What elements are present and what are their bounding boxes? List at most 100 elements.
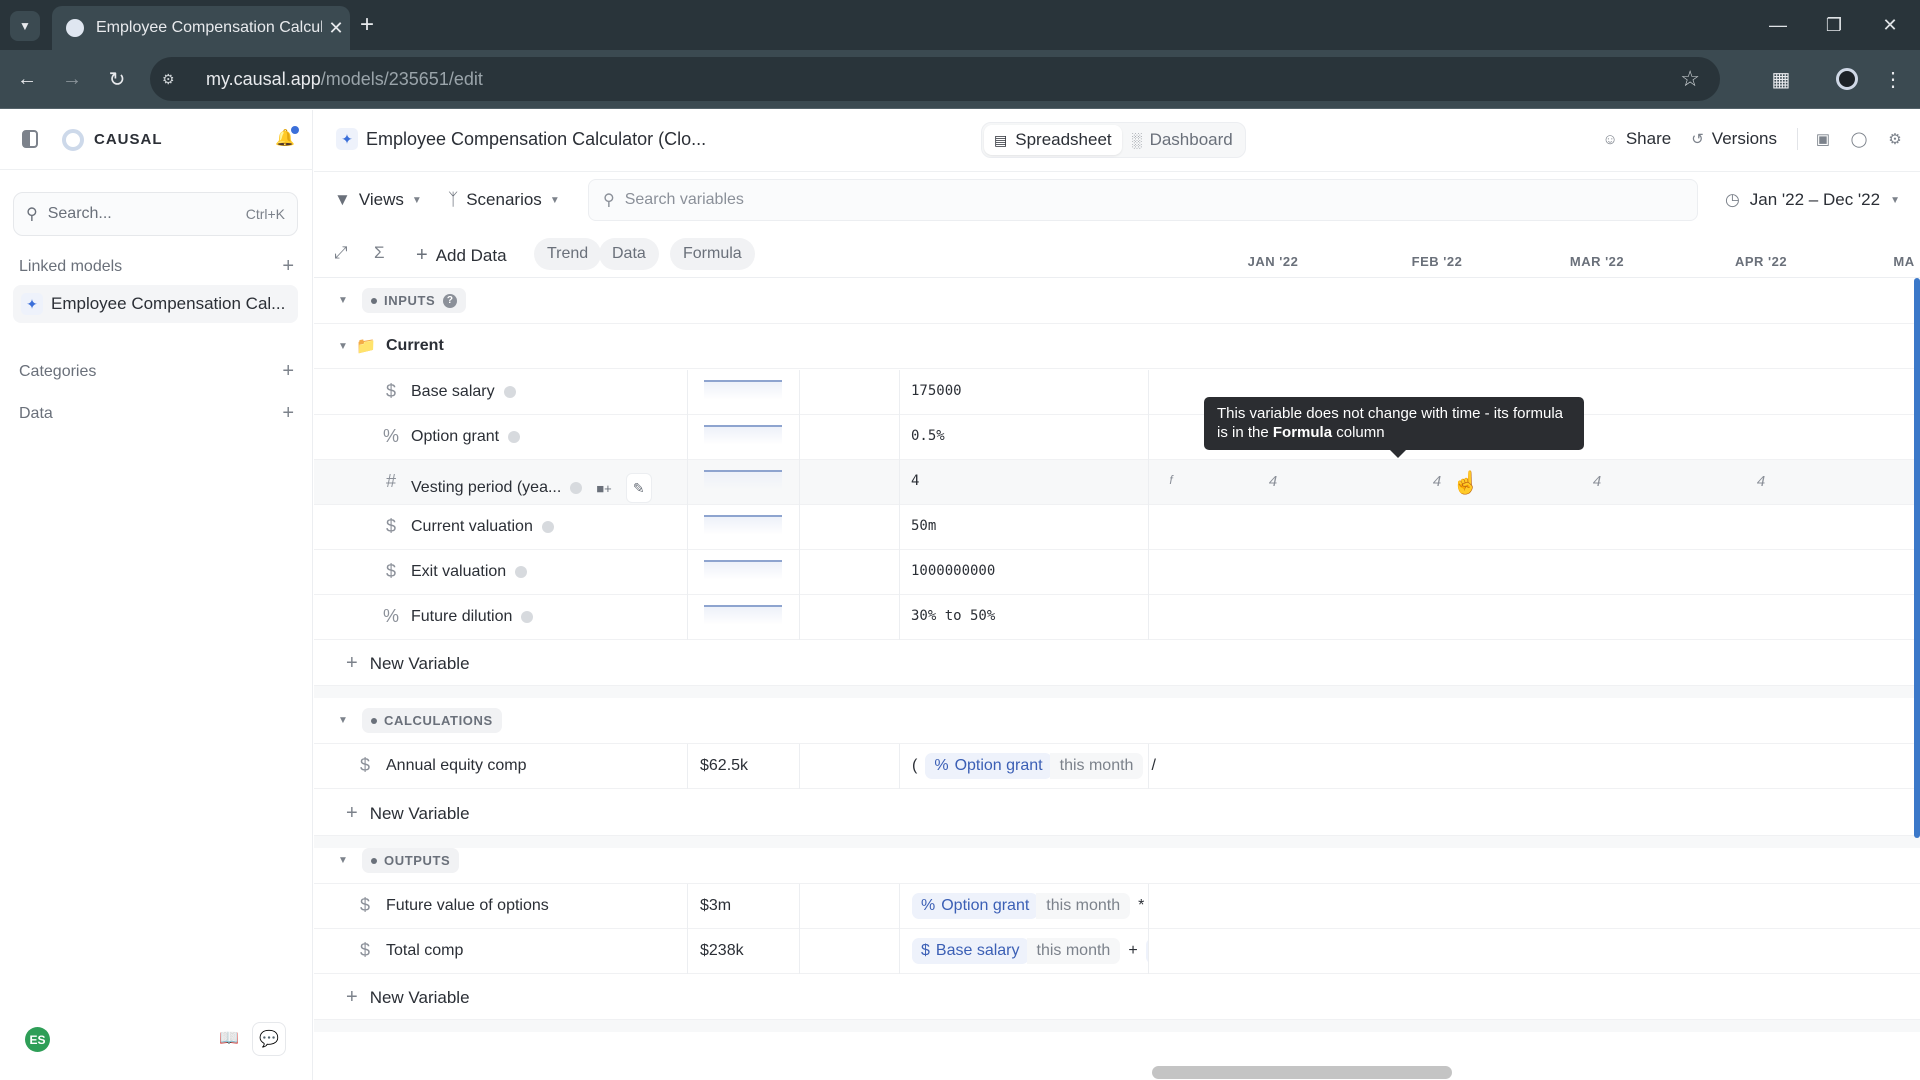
formula-column-pill[interactable]: Formula xyxy=(670,238,755,270)
time-value-cell[interactable]: 4 xyxy=(1269,473,1277,490)
time-value-cell[interactable]: 4 xyxy=(1757,473,1765,490)
comments-icon[interactable]: ◯ xyxy=(1848,128,1870,150)
formula-value[interactable]: 30% to 50% xyxy=(911,608,995,624)
add-data-button[interactable]: + Add Data xyxy=(416,244,507,267)
variable-row[interactable]: $ Exit valuation 1000000000 xyxy=(314,550,1920,595)
sigma-icon[interactable]: Σ xyxy=(374,243,385,263)
horizontal-scrollbar[interactable] xyxy=(1152,1066,1452,1079)
sidebar-search-input[interactable]: ⚲ Search... Ctrl+K xyxy=(13,192,298,236)
variable-token[interactable]: % Option grant xyxy=(925,753,1052,779)
variable-row[interactable]: % Future dilution 30% to 50% xyxy=(314,595,1920,640)
variable-name[interactable]: Option grant xyxy=(411,428,521,446)
pencil-icon[interactable]: ✎ xyxy=(625,473,652,503)
kebab-icon[interactable]: ⋮ xyxy=(1876,62,1910,96)
restore-button[interactable]: ❐ xyxy=(1812,8,1856,42)
variable-token[interactable]: $ Base salary xyxy=(912,938,1029,964)
info-icon[interactable] xyxy=(541,521,554,533)
views-dropdown[interactable]: ▼ Views ▼ xyxy=(334,190,422,210)
info-icon[interactable] xyxy=(503,386,516,398)
variable-name[interactable]: Annual equity comp xyxy=(386,757,527,775)
model-title[interactable]: ✦ Employee Compensation Calculator (Clo.… xyxy=(336,128,706,150)
info-icon[interactable] xyxy=(570,482,583,494)
tune-icon[interactable]: ⚙ xyxy=(162,71,192,88)
data-column-pill[interactable]: Data xyxy=(599,238,659,270)
info-icon[interactable] xyxy=(515,566,528,578)
tab-spreadsheet[interactable]: ▤ Spreadsheet xyxy=(984,125,1122,155)
expand-icon[interactable]: ⤢ xyxy=(334,243,348,263)
variable-name[interactable]: Vesting period (yea... ■+ ✎ xyxy=(411,473,652,503)
variable-row[interactable]: $ Future value of options $3m % Option gr… xyxy=(314,884,1920,929)
sidebar-toggle-icon[interactable] xyxy=(22,130,38,148)
new-variable-button[interactable]: + New Variable xyxy=(346,802,470,825)
puzzle-icon[interactable]: ▦ xyxy=(1764,62,1798,96)
minimize-button[interactable]: — xyxy=(1756,8,1800,42)
reload-button[interactable]: ↻ xyxy=(100,62,134,96)
search-variables-input[interactable]: ⚲ Search variables xyxy=(588,179,1698,221)
caret-down-icon[interactable]: ▼ xyxy=(338,341,348,352)
new-variable-button[interactable]: + New Variable xyxy=(346,986,470,1009)
browser-tab[interactable]: Employee Compensation Calcul ✕ xyxy=(52,6,350,50)
star-icon[interactable]: ☆ xyxy=(1680,66,1700,92)
versions-button[interactable]: ↺ Versions xyxy=(1691,129,1777,149)
add-category-icon[interactable]: + xyxy=(282,360,294,383)
new-variable-button[interactable]: + New Variable xyxy=(346,652,470,675)
gear-icon[interactable]: ⚙ xyxy=(1884,128,1906,150)
section-row-outputs[interactable]: ▼ OUTPUTS xyxy=(314,838,1920,884)
new-variable-row[interactable]: + New Variable xyxy=(314,640,1920,686)
forward-button[interactable]: → xyxy=(55,62,89,96)
variable-name[interactable]: Exit valuation xyxy=(411,563,528,581)
variable-row[interactable]: % Option grant 0.5% xyxy=(314,415,1920,460)
tab-dashboard[interactable]: ░ Dashboard xyxy=(1122,125,1243,155)
add-linked-model-icon[interactable]: + xyxy=(282,255,294,278)
variable-row[interactable]: $ Current valuation 50m xyxy=(314,505,1920,550)
variable-row[interactable]: $ Base salary 175000 xyxy=(314,370,1920,415)
copy-icon[interactable]: ■+ xyxy=(596,481,611,496)
formula-value[interactable]: 175000 xyxy=(911,383,962,399)
variable-name[interactable]: Current valuation xyxy=(411,518,554,536)
new-variable-row[interactable]: + New Variable xyxy=(314,790,1920,836)
notifications-bell-icon[interactable]: 🔔 xyxy=(275,126,299,148)
profile-icon[interactable] xyxy=(1830,62,1864,96)
presentation-icon[interactable]: ▣ xyxy=(1812,128,1834,150)
formula-cell[interactable]: ( % Option grant this month / xyxy=(912,753,1164,779)
close-icon[interactable]: ✕ xyxy=(322,18,350,39)
variable-row[interactable]: $ Annual equity comp $62.5k ( % Option gr… xyxy=(314,744,1920,789)
formula-value[interactable]: 1000000000 xyxy=(911,563,995,579)
section-badge[interactable]: INPUTS? xyxy=(362,288,467,313)
add-data-icon[interactable]: + xyxy=(282,402,294,425)
vertical-scrollbar[interactable] xyxy=(1914,278,1920,838)
help-icon[interactable]: ? xyxy=(443,293,458,308)
close-window-button[interactable]: ✕ xyxy=(1868,8,1912,42)
date-range-picker[interactable]: ◷ Jan '22 – Dec '22 ▼ xyxy=(1725,190,1900,210)
group-row-current[interactable]: ▼ 📁 Current xyxy=(314,324,1920,369)
tab-search-button[interactable]: ▼ xyxy=(10,11,40,41)
formula-value[interactable]: 4 xyxy=(911,473,919,489)
variable-token[interactable]: % Option grant xyxy=(912,893,1039,919)
share-button[interactable]: ☺ Share xyxy=(1603,129,1672,149)
info-icon[interactable] xyxy=(521,611,534,623)
address-bar[interactable]: ⚙ my.causal.app/models/235651/edit ☆ xyxy=(150,57,1720,101)
formula-value[interactable]: 0.5% xyxy=(911,428,945,444)
info-icon[interactable] xyxy=(508,431,521,443)
formula-value[interactable]: 50m xyxy=(911,518,936,534)
user-avatar[interactable]: ES xyxy=(25,1027,50,1052)
new-tab-button[interactable]: + xyxy=(352,10,382,40)
formula-cell[interactable]: $ Base salary this month + $ xyxy=(912,938,1148,964)
variable-name[interactable]: Future dilution xyxy=(411,608,534,626)
section-row-inputs[interactable]: ▼ INPUTS? xyxy=(314,278,1920,324)
formula-cell[interactable]: % Option grant this month * xyxy=(912,893,1152,919)
linked-model-item[interactable]: ✦ Employee Compensation Cal... xyxy=(13,285,298,323)
scenarios-dropdown[interactable]: ᛉ Scenarios ▼ xyxy=(448,190,560,210)
section-row-calculations[interactable]: ▼ CALCULATIONS xyxy=(314,698,1920,744)
caret-down-icon[interactable]: ▼ xyxy=(338,715,348,726)
book-icon[interactable]: 📖 xyxy=(219,1028,239,1048)
new-variable-row[interactable]: + New Variable xyxy=(314,974,1920,1020)
caret-down-icon[interactable]: ▼ xyxy=(338,295,348,306)
section-badge[interactable]: OUTPUTS xyxy=(362,848,460,873)
variable-name[interactable]: Base salary xyxy=(411,383,516,401)
trend-column-pill[interactable]: Trend xyxy=(534,238,602,270)
variable-name[interactable]: Total comp xyxy=(386,942,463,960)
time-value-cell[interactable]: 4 xyxy=(1433,473,1441,490)
time-value-cell[interactable]: 4 xyxy=(1593,473,1601,490)
caret-down-icon[interactable]: ▼ xyxy=(338,855,348,866)
